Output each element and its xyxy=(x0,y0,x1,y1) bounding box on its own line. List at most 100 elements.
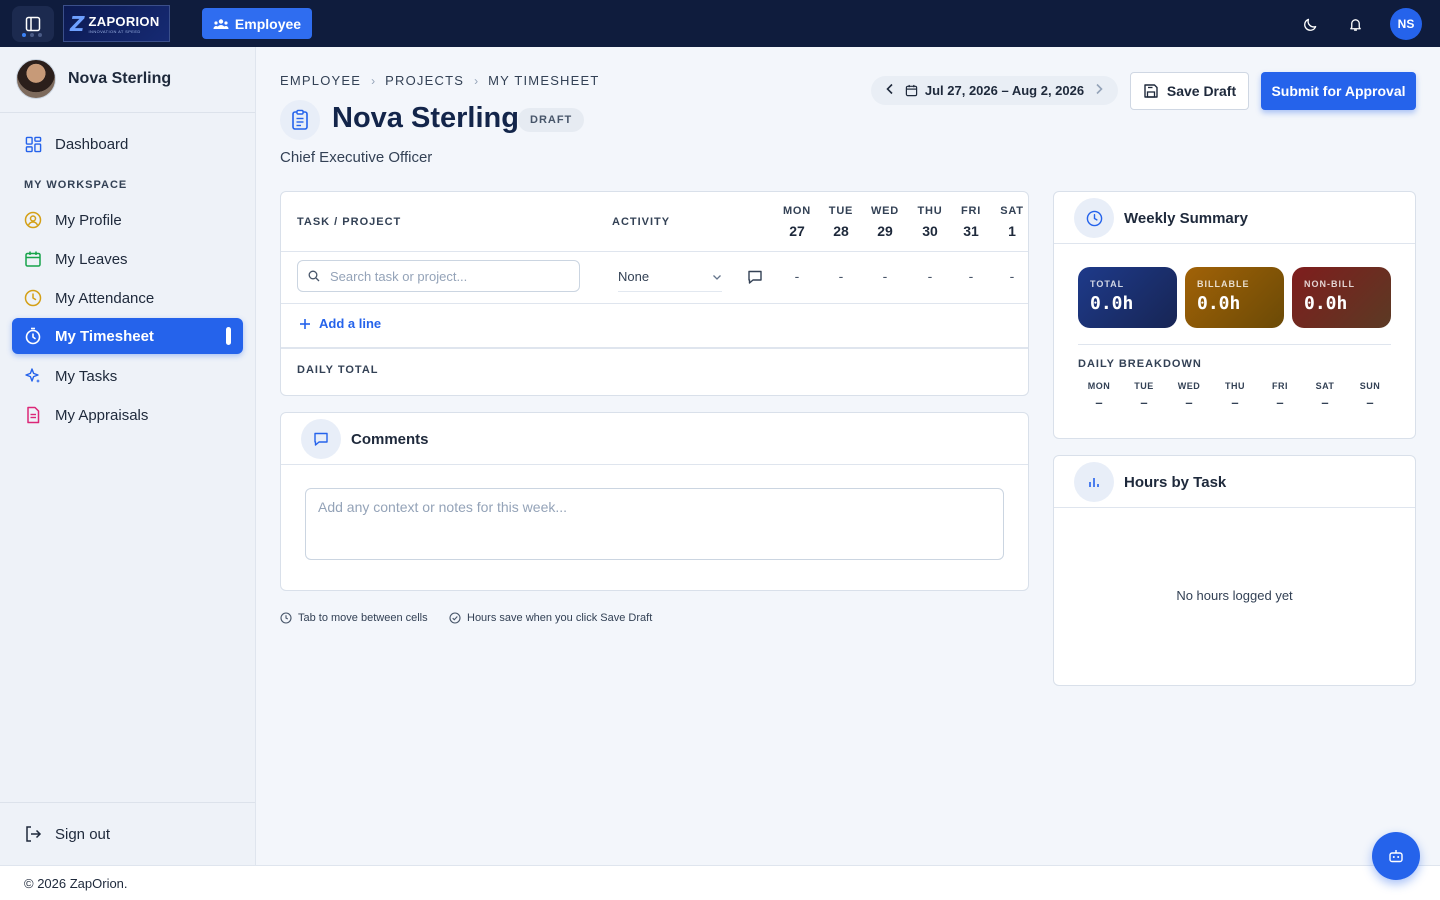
comments-textarea[interactable]: Add any context or notes for this week..… xyxy=(305,488,1004,560)
zaporion-logo[interactable]: Z ZAPORION INNOVATION AT SPEED xyxy=(63,5,170,42)
breadcrumb-employee[interactable]: EMPLOYEE xyxy=(280,73,361,88)
breakdown-day: THU xyxy=(1225,381,1245,391)
line-comment-button[interactable] xyxy=(747,269,765,287)
timesheet-table: TASK / PROJECT ACTIVITY MON 27 TUE 28 WED 2… xyxy=(280,191,1029,396)
column-header-task: TASK / PROJECT xyxy=(297,216,402,228)
hours-by-task-title: Hours by Task xyxy=(1124,474,1227,491)
stat-billable: BILLABLE 0.0h xyxy=(1185,267,1284,328)
bell-icon xyxy=(1349,18,1361,31)
theme-toggle-button[interactable] xyxy=(1298,12,1322,36)
sidebar-user-name: Nova Sterling xyxy=(68,70,172,87)
breakdown-day: SAT xyxy=(1315,381,1335,391)
top-bar: Z ZAPORION INNOVATION AT SPEED Employee … xyxy=(0,0,1440,47)
day-date: 28 xyxy=(833,223,849,239)
document-icon xyxy=(24,406,42,424)
divider xyxy=(281,251,1028,252)
stat-non-billable-label: NON-BILL xyxy=(1304,279,1355,289)
daily-breakdown-label: DAILY BREAKDOWN xyxy=(1078,358,1202,370)
calendar-icon xyxy=(24,250,42,268)
users-icon xyxy=(213,18,229,29)
breakdown-day: MON xyxy=(1087,381,1111,391)
sidebar-item-my-leaves[interactable]: My Leaves xyxy=(12,241,243,277)
dashboard-grid-icon xyxy=(24,135,42,153)
moon-icon xyxy=(1303,18,1316,31)
check-circle-icon xyxy=(449,612,461,624)
breakdown-value: – xyxy=(1276,395,1284,410)
hint-tab: Tab to move between cells xyxy=(280,612,428,624)
chevron-left-icon xyxy=(886,83,893,95)
breakdown-value: – xyxy=(1321,395,1329,410)
day-date: 31 xyxy=(963,223,979,239)
breakdown-value: – xyxy=(1366,395,1374,410)
hours-cell-wed[interactable]: - xyxy=(865,268,905,284)
hours-cell-fri[interactable]: - xyxy=(951,268,991,284)
next-week-button[interactable] xyxy=(1094,83,1104,98)
breakdown-value: – xyxy=(1095,395,1103,410)
task-search-input[interactable]: Search task or project... xyxy=(297,260,580,292)
sidebar-item-dashboard[interactable]: Dashboard xyxy=(12,126,243,162)
breakdown-day: FRI xyxy=(1272,381,1288,391)
hours-by-task-card: Hours by Task No hours logged yet xyxy=(1053,455,1416,686)
user-circle-icon xyxy=(24,211,42,229)
breadcrumb-projects[interactable]: PROJECTS xyxy=(385,73,464,88)
sidebar-user[interactable]: Nova Sterling xyxy=(16,59,171,99)
breakdown-value: – xyxy=(1231,395,1239,410)
sidebar-icon xyxy=(25,16,41,32)
sidebar-item-label: My Timesheet xyxy=(55,327,154,345)
empty-state-text: No hours logged yet xyxy=(1176,588,1293,603)
day-header-tue: TUE 28 xyxy=(821,205,861,239)
previous-week-button[interactable] xyxy=(885,83,895,98)
day-header-sat: SAT 1 xyxy=(992,205,1032,239)
hours-cell-tue[interactable]: - xyxy=(821,268,861,284)
breakdown-wed: WED – xyxy=(1169,381,1209,410)
day-date: 29 xyxy=(877,223,893,239)
assistant-bot-button[interactable] xyxy=(1372,832,1420,880)
employee-role-label: Employee xyxy=(234,15,302,32)
employee-role-button[interactable]: Employee xyxy=(202,8,312,39)
sparkle-icon xyxy=(24,367,42,385)
sidebar-item-my-timesheet[interactable]: My Timesheet xyxy=(12,318,243,354)
sidebar-toggle-button[interactable] xyxy=(12,6,54,42)
workspace-dots xyxy=(22,33,42,37)
hours-cell-thu[interactable]: - xyxy=(910,268,950,284)
sidebar-item-label: My Attendance xyxy=(55,289,155,307)
breakdown-tue: TUE – xyxy=(1124,381,1164,410)
day-date: 27 xyxy=(789,223,805,239)
hours-cell-sat[interactable]: - xyxy=(992,268,1032,284)
day-date: 1 xyxy=(1008,223,1016,239)
sidebar-item-my-attendance[interactable]: My Attendance xyxy=(12,280,243,316)
logo-mark: Z xyxy=(70,11,85,36)
breakdown-value: – xyxy=(1185,395,1193,410)
divider xyxy=(1078,344,1391,345)
sidebar-item-my-profile[interactable]: My Profile xyxy=(12,202,243,238)
add-line-button[interactable]: Add a line xyxy=(299,316,381,331)
sign-out-button[interactable]: Sign out xyxy=(12,816,243,852)
section-label: MY WORKSPACE xyxy=(24,179,128,191)
footer: © 2026 ZapOrion. xyxy=(0,865,1440,900)
activity-select[interactable]: None xyxy=(618,262,722,292)
notifications-button[interactable] xyxy=(1343,12,1367,36)
user-avatar-button[interactable]: NS xyxy=(1390,8,1422,40)
breakdown-mon: MON – xyxy=(1079,381,1119,410)
status-badge: DRAFT xyxy=(518,108,585,132)
sidebar-item-my-appraisals[interactable]: My Appraisals xyxy=(12,397,243,433)
submit-for-approval-button[interactable]: Submit for Approval xyxy=(1261,72,1416,110)
stat-non-billable-value: 0.0h xyxy=(1304,293,1348,314)
week-range-label[interactable]: Jul 27, 2026 – Aug 2, 2026 xyxy=(925,83,1084,98)
page-title: Nova Sterling xyxy=(332,102,519,134)
chevron-right-icon xyxy=(1096,83,1103,95)
sign-out-label: Sign out xyxy=(55,825,111,843)
day-name: MON xyxy=(782,205,812,217)
sidebar-item-label: My Tasks xyxy=(55,367,118,385)
day-header-mon: MON 27 xyxy=(777,205,817,239)
save-draft-button[interactable]: Save Draft xyxy=(1130,72,1249,110)
logo-name: ZAPORION xyxy=(88,13,160,29)
breakdown-sat: SAT – xyxy=(1305,381,1345,410)
bar-chart-icon xyxy=(1074,462,1114,502)
sidebar-item-my-tasks[interactable]: My Tasks xyxy=(12,358,243,394)
day-header-thu: THU 30 xyxy=(910,205,950,239)
breakdown-day: SUN xyxy=(1359,381,1381,391)
plus-icon xyxy=(300,318,310,329)
comments-card: Comments Add any context or notes for th… xyxy=(280,412,1029,591)
hours-cell-mon[interactable]: - xyxy=(777,268,817,284)
